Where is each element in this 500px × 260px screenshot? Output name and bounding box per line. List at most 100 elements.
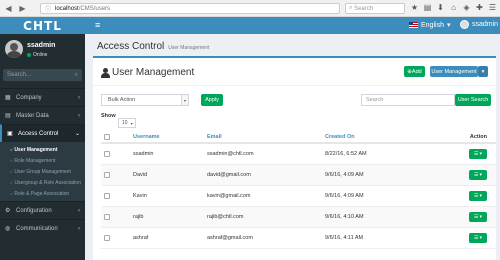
sidebar-item-label: Company — [16, 94, 42, 101]
apply-button[interactable]: Apply — [201, 94, 223, 106]
dropdown-label: User Management — [431, 68, 477, 75]
list-icon: ☰ — [474, 214, 479, 220]
subitem-label: Role & Page Association — [14, 190, 70, 197]
language-label: English — [421, 21, 444, 29]
menu-icon[interactable]: ☰ — [488, 3, 497, 13]
bulk-action-select[interactable]: Bulk Action ▾ — [101, 94, 189, 106]
main-content: Access Control User Management User Mana… — [85, 34, 500, 260]
bookmark-icon[interactable]: ▤ — [423, 3, 432, 13]
row-action-button[interactable]: ☰ ▾ — [469, 170, 487, 180]
bulk-action-value: Bulk Action — [108, 97, 136, 103]
select-all-checkbox[interactable] — [104, 134, 110, 140]
sidebar-item-label: Access Control — [18, 130, 59, 137]
row-checkbox[interactable] — [104, 214, 110, 220]
sidebar: ssadmin Online Search... ⌕ ▦ Company ‹ ▤… — [0, 34, 85, 260]
cell-created: 8/22/16, 6:52 AM — [325, 151, 367, 157]
header-action: Action — [469, 134, 487, 140]
logo: CHTL — [23, 18, 62, 33]
circle-icon: ○ — [10, 158, 13, 163]
sidebar-menu: ▦ Company ‹ ▤ Master Data ‹ ▣ Access Con… — [0, 88, 85, 237]
url-path: /CMS/users — [78, 5, 111, 12]
subitem-label: User Management — [14, 146, 58, 153]
header-email[interactable]: Email — [207, 134, 222, 140]
search-placeholder: Search — [366, 97, 384, 103]
page-size-select[interactable]: 10 ▾ — [118, 118, 136, 128]
chevron-left-icon: ‹ — [78, 94, 80, 101]
user-management-dropdown-button[interactable]: User Management — [430, 66, 478, 77]
cell-created: 9/6/16, 4:10 AM — [325, 214, 364, 220]
dropdown-caret-button[interactable]: ▾ — [478, 66, 488, 77]
caret-down-icon: ▾ — [479, 193, 482, 199]
subitem-label: Role Management — [14, 157, 56, 164]
sidebar-search-input[interactable]: Search... ⌕ — [3, 69, 82, 81]
caret-down-icon: ▾ — [479, 172, 482, 178]
show-label: Show — [101, 113, 116, 119]
sidebar-item-access-control[interactable]: ▣ Access Control ⌄ — [0, 124, 85, 142]
subitem-role-management[interactable]: ○ Role Management — [0, 155, 85, 166]
back-icon[interactable]: ◀ — [3, 3, 14, 14]
sidebar-toggle-icon[interactable]: ≡ — [95, 20, 100, 30]
search-icon: ⌕ — [74, 71, 78, 78]
row-checkbox[interactable] — [104, 151, 110, 157]
cell-email: ssadmin@chtl.com — [207, 151, 254, 157]
row-action-button[interactable]: ☰ ▾ — [469, 191, 487, 201]
sidebar-item-company[interactable]: ▦ Company ‹ — [0, 88, 85, 106]
sidebar-item-configuration[interactable]: ⚙ Configuration ‹ — [0, 201, 85, 219]
row-checkbox[interactable] — [104, 172, 110, 178]
list-icon: ☰ — [474, 193, 479, 199]
shield-icon[interactable]: ◈ — [462, 3, 471, 13]
user-search-input[interactable]: Search — [361, 94, 455, 106]
user-menu[interactable]: ssadmin — [460, 20, 498, 29]
header-username[interactable]: Username — [133, 134, 160, 140]
cell-created: 9/6/16, 4:09 AM — [325, 172, 364, 178]
sidebar-item-communication[interactable]: ◍ Communication ‹ — [0, 219, 85, 237]
us-flag-icon — [409, 22, 418, 28]
row-action-button[interactable]: ☰ ▾ — [469, 212, 487, 222]
cell-created: 9/6/16, 4:11 AM — [325, 235, 364, 241]
sidebar-item-master-data[interactable]: ▤ Master Data ‹ — [0, 106, 85, 124]
subitem-user-management[interactable]: ○ User Management — [0, 144, 85, 155]
address-bar[interactable]: ⓘ localhost /CMS/users — [40, 3, 340, 14]
box-header: User Management ⊕ Add User Management ▾ — [93, 58, 496, 86]
subitem-user-group-management[interactable]: ○ User Group Management — [0, 166, 85, 177]
star-icon[interactable]: ★ — [410, 3, 419, 13]
database-icon: ▤ — [5, 113, 11, 119]
extension-icon[interactable]: ✚ — [475, 3, 484, 13]
row-action-button[interactable]: ☰ ▾ — [469, 233, 487, 243]
list-icon: ☰ — [474, 235, 479, 241]
circle-icon: ○ — [10, 180, 13, 185]
user-search-button[interactable]: User Search — [455, 94, 491, 106]
url-host: localhost — [55, 5, 79, 12]
chevron-left-icon: ‹ — [78, 112, 80, 119]
caret-down-icon: ▾ — [481, 68, 485, 75]
caret-down-icon: ▾ — [479, 214, 482, 220]
chevron-down-icon: ▾ — [446, 22, 451, 29]
cell-username: rajib — [133, 214, 144, 220]
avatar — [460, 20, 469, 29]
browser-search-input[interactable]: ⌕ Search — [345, 3, 405, 14]
forward-icon[interactable]: ▶ — [17, 3, 28, 14]
home-icon[interactable]: ⌂ — [449, 3, 458, 13]
info-icon: ⓘ — [45, 7, 52, 13]
language-selector[interactable]: English ▾ — [409, 21, 450, 29]
download-icon[interactable]: ⬇ — [436, 3, 445, 13]
add-button[interactable]: ⊕ Add — [404, 66, 425, 77]
browser-toolbar: ◀ ▶ ⓘ localhost /CMS/users ⌕ Search ★ ▤ … — [0, 0, 500, 17]
subitem-usergroup-role-association[interactable]: ○ Usergroup & Role Association — [0, 177, 85, 188]
apply-label: Apply — [205, 97, 219, 103]
user-search-label: User Search — [457, 97, 489, 103]
table-row: ssadmin ssadmin@chtl.com 8/22/16, 6:52 A… — [101, 144, 496, 165]
circle-icon: ○ — [10, 191, 13, 196]
cell-username: ssadmin — [133, 151, 154, 157]
logo-bar[interactable]: CHTL — [0, 17, 85, 34]
cell-username: David — [133, 172, 148, 178]
caret-down-icon: ▾ — [479, 235, 482, 241]
row-checkbox[interactable] — [104, 193, 110, 199]
row-action-button[interactable]: ☰ ▾ — [469, 149, 487, 159]
subitem-role-page-association[interactable]: ○ Role & Page Association — [0, 188, 85, 199]
table-row: ashraf ashraf@gmail.com 9/6/16, 4:11 AM … — [101, 228, 496, 249]
circle-icon: ○ — [10, 147, 13, 152]
row-checkbox[interactable] — [104, 235, 110, 241]
browser-search-placeholder: Search — [354, 5, 374, 12]
header-created-on[interactable]: Created On — [325, 134, 355, 140]
